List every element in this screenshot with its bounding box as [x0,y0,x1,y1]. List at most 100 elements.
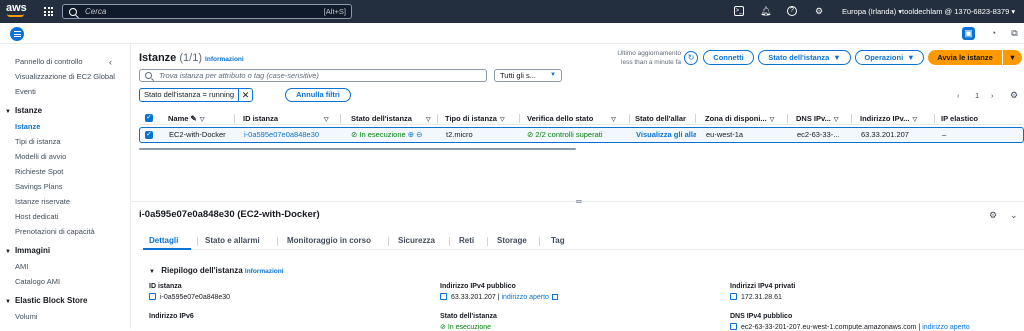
help-icon[interactable]: ? [787,6,797,16]
table-preferences-icon[interactable]: ⚙ [1010,90,1018,101]
sidebar-item-launch-templates[interactable]: Modelli di avvio [15,152,66,161]
zoom-in-icon[interactable]: ⊕ [408,130,414,139]
account-menu[interactable]: tooldechlam @ 1370-6823-8379 ▾ [902,7,1015,16]
column-header-ipv4[interactable]: Indirizzo IPv... ▽ [860,112,917,125]
tab-separator [487,237,488,246]
sidebar-item-spot-requests[interactable]: Richieste Spot [15,167,63,176]
panel-layout-icon[interactable]: ▣ [962,27,975,40]
check-circle-icon: ⊘ [440,324,446,331]
instance-search-input[interactable]: Trova istanza per attributo o tag (case-… [139,69,487,82]
settings-icon[interactable]: ⚙ [989,210,997,221]
table-row[interactable]: ✓ EC2-with-Docker i-0a595e07e0a848e30 ⊘ … [139,127,1024,143]
settings-icon[interactable]: ⚙ [814,6,824,16]
region-selector[interactable]: Europa (Irlanda) ▾ [842,7,902,16]
collapse-sidebar-icon[interactable]: ‹ [109,57,112,67]
launch-instances-button[interactable]: Avvia le istanze [928,50,1002,65]
sidebar-item-instances[interactable]: Istanze [15,122,40,131]
grid-icon[interactable] [44,7,53,16]
sidebar-section-instances[interactable]: Istanze [5,106,42,115]
column-elastic-label: IP elastico [941,114,978,123]
refresh-button[interactable]: ↻ [684,51,698,65]
copy-icon[interactable] [730,293,737,300]
search-input[interactable]: Cerca [Alt+S] [62,4,352,19]
column-dns-label: DNS IPv... [796,114,831,123]
select-all-checkbox[interactable]: ✓ [145,114,153,122]
details-tabs: Dettagli Stato e allarmi Monitoraggio in… [139,234,1024,250]
column-header-state[interactable]: Stato dell'istanza ▽ [351,112,431,125]
column-header-status-check[interactable]: Verifica dello stato ▽ [527,112,616,125]
next-page-icon[interactable]: › [991,91,994,100]
instance-summary-header[interactable]: Riepilogo dell'istanza Informazioni [149,266,284,275]
menu-icon[interactable] [10,27,24,41]
sidebar-item-global-view[interactable]: Visualizzazione di EC2 Global [15,72,115,81]
sidebar-item-dashboard[interactable]: Pannello di controllo [15,57,83,66]
aws-logo[interactable]: aws [6,3,27,14]
info-link[interactable]: Informazioni [205,56,244,63]
clear-filters-button[interactable]: Annulla filtri [285,88,351,102]
sidebar-section-ebs[interactable]: Elastic Block Store [5,296,87,305]
feedback-icon[interactable]: ⧉ [1008,27,1021,40]
sidebar-item-ami[interactable]: AMI [15,262,28,271]
open-address-link[interactable]: indirizzo aperto [501,294,548,301]
column-header-zone[interactable]: Zona di disponi... ▽ [705,112,774,125]
tab-status-alarms[interactable]: Stato e allarmi [205,236,260,245]
zoom-out-icon[interactable]: ⊖ [416,130,422,139]
cloudshell-icon[interactable]: >_ [734,6,744,16]
tab-storage[interactable]: Storage [497,236,527,245]
chevron-down-icon[interactable]: ⌄ [1010,210,1018,221]
sidebar-item-capacity-reservations[interactable]: Prenotazioni di capacità [15,227,95,236]
operations-button[interactable]: Operazioni ▼ [855,50,924,65]
tab-separator [197,237,198,246]
account-label: tooldechlam @ 1370-6823-8379 [902,7,1010,16]
caret-down-icon: ▼ [1008,53,1017,62]
horizontal-scrollbar[interactable] [139,148,576,150]
row-checkbox[interactable]: ✓ [145,131,153,139]
instance-search-placeholder: Trova istanza per attributo o tag (case-… [159,71,319,80]
instance-id-link[interactable]: i-0a595e07e0a848e30 [244,128,319,142]
tab-separator [449,237,450,246]
summary-info-link[interactable]: Informazioni [245,268,284,275]
column-header-elastic-ip[interactable]: IP elastico [941,112,978,125]
tab-security[interactable]: Sicurezza [398,236,435,245]
bell-icon[interactable]: 🔔︎ [760,6,771,16]
column-state-label: Stato dell'istanza [351,114,412,123]
tab-networking[interactable]: Reti [459,236,474,245]
sidebar-item-events[interactable]: Eventi [15,87,36,96]
sidebar-item-reserved-instances[interactable]: Istanze riservate [15,197,70,206]
sidebar-item-ami-catalog[interactable]: Catalogo AMI [15,277,60,286]
sidebar-section-images[interactable]: Immagini [5,246,50,255]
sidebar-item-dedicated-hosts[interactable]: Host dedicati [15,212,58,221]
column-header-type[interactable]: Tipo di istanza ▽ [445,112,505,125]
resize-handle-icon[interactable]: ═ [576,198,583,206]
tab-monitoring[interactable]: Monitoraggio in corso [287,236,371,245]
instance-state-label: Stato dell'istanza [440,313,497,320]
column-header-name[interactable]: Name ✎ ▽ [168,112,204,125]
connect-button[interactable]: Connetti [703,50,754,65]
open-address-link[interactable]: indirizzo aperto [922,324,969,331]
launch-dropdown-button[interactable]: ▼ [1003,50,1022,65]
state-filter-value: Tutti gli s... [500,71,536,80]
column-header-id[interactable]: ID istanza ▽ [243,112,329,125]
sidebar-item-volumes[interactable]: Volumi [15,312,38,321]
region-label: Europa (Irlanda) [842,7,897,16]
tab-separator [388,237,389,246]
column-header-alarm[interactable]: Stato dell'allar [635,112,686,125]
edit-icon: ✎ [190,114,197,123]
prev-page-icon[interactable]: ‹ [957,91,960,100]
instance-state-button[interactable]: Stato dell'istanza ▼ [758,50,851,65]
tab-tags[interactable]: Tag [551,236,565,245]
copy-icon[interactable] [149,293,156,300]
tab-details[interactable]: Dettagli [149,236,178,245]
remove-filter-icon[interactable]: ✕ [239,90,252,101]
view-alarms-link[interactable]: Visualizza gli allar [636,128,696,142]
copy-icon[interactable] [440,293,447,300]
sidebar-item-instance-types[interactable]: Tipi di istanza [15,137,61,146]
column-header-dns[interactable]: DNS IPv... ▽ [796,112,839,125]
column-separator [340,114,341,123]
page-number[interactable]: 1 [975,91,979,100]
clock-icon[interactable]: ◔ [987,27,1000,40]
public-ipv4-text: 63.33.201.207 [451,294,496,301]
sidebar-item-savings-plans[interactable]: Savings Plans [15,182,63,191]
public-ipv4-value: 63.33.201.207 | indirizzo aperto [440,293,558,301]
state-filter-select[interactable]: Tutti gli s... ▼ [494,69,562,82]
